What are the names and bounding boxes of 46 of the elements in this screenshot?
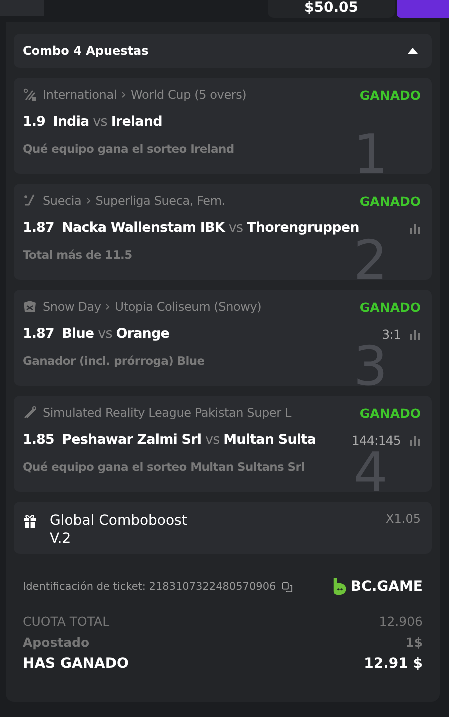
total-value: 12.906 xyxy=(379,614,423,629)
stats-icon[interactable] xyxy=(409,434,421,446)
status-label: GANADO xyxy=(360,194,421,208)
market-text: Total más de 11.5 xyxy=(23,248,134,262)
match-line: 1.87 Blue vs Orange xyxy=(23,326,171,342)
league-name: Utopia Coliseum (Snowy) xyxy=(115,300,262,314)
market-text: Ganador (incl. prórroga) Blue xyxy=(23,354,206,368)
combo-header[interactable]: Combo 4 Apuestas xyxy=(14,34,432,68)
total-label: Apostado xyxy=(23,635,90,650)
score-text: 3:1 xyxy=(382,326,401,342)
chevron-icon xyxy=(106,304,110,310)
total-label: CUOTA TOTAL xyxy=(23,614,110,629)
bat-icon xyxy=(23,406,37,420)
copy-icon[interactable] xyxy=(282,582,294,592)
status-label: GANADO xyxy=(360,88,421,102)
league-name: Superliga Sueca, Fem. xyxy=(96,194,226,208)
combo-title: Combo 4 Apuestas xyxy=(23,44,149,58)
status-label: GANADO xyxy=(360,300,421,314)
country-name: Simulated Reality League Pakistan Super L xyxy=(43,406,292,420)
league-name: World Cup (5 overs) xyxy=(131,88,247,102)
market-text: Qué equipo gana el sorteo Ireland xyxy=(23,142,236,156)
gift-icon xyxy=(23,514,37,528)
match-line: 1.85 Peshawar Zalmi Srl vs Multan Sulta xyxy=(23,432,317,448)
balance-display: $50.05 xyxy=(268,0,395,18)
market-text: Qué equipo gana el sorteo Multan Sultans Srl xyxy=(23,460,306,474)
ticket-id: Identificación de ticket: 2183107322480570906 xyxy=(23,581,276,593)
score-text: 144:145 xyxy=(352,432,401,448)
boost-title: Global Comboboost V.2 xyxy=(50,512,188,548)
stats-icon[interactable] xyxy=(409,222,421,234)
boost-multiplier: X1.05 xyxy=(386,512,421,526)
hockey-stick-icon xyxy=(23,194,37,208)
total-label: HAS GANADO xyxy=(23,656,129,672)
caret-icon[interactable] xyxy=(408,48,418,54)
match-line: 1.87 Nacka Wallenstam IBK vs Thorengruppen xyxy=(23,220,360,236)
match-line: 1.9 India vs Ireland xyxy=(23,114,164,130)
country-name: Suecia xyxy=(43,194,82,208)
chevron-icon xyxy=(86,198,91,204)
total-value: 12.91 $ xyxy=(364,656,423,672)
status-label: GANADO xyxy=(360,406,421,420)
brand-name: BC.GAME xyxy=(350,579,423,595)
brand-logo-icon xyxy=(332,578,347,596)
total-value: 1$ xyxy=(406,635,423,650)
chevron-icon xyxy=(122,92,126,98)
country-name: International xyxy=(43,88,117,102)
stats-icon[interactable] xyxy=(409,328,421,340)
country-name: Snow Day xyxy=(43,300,102,314)
